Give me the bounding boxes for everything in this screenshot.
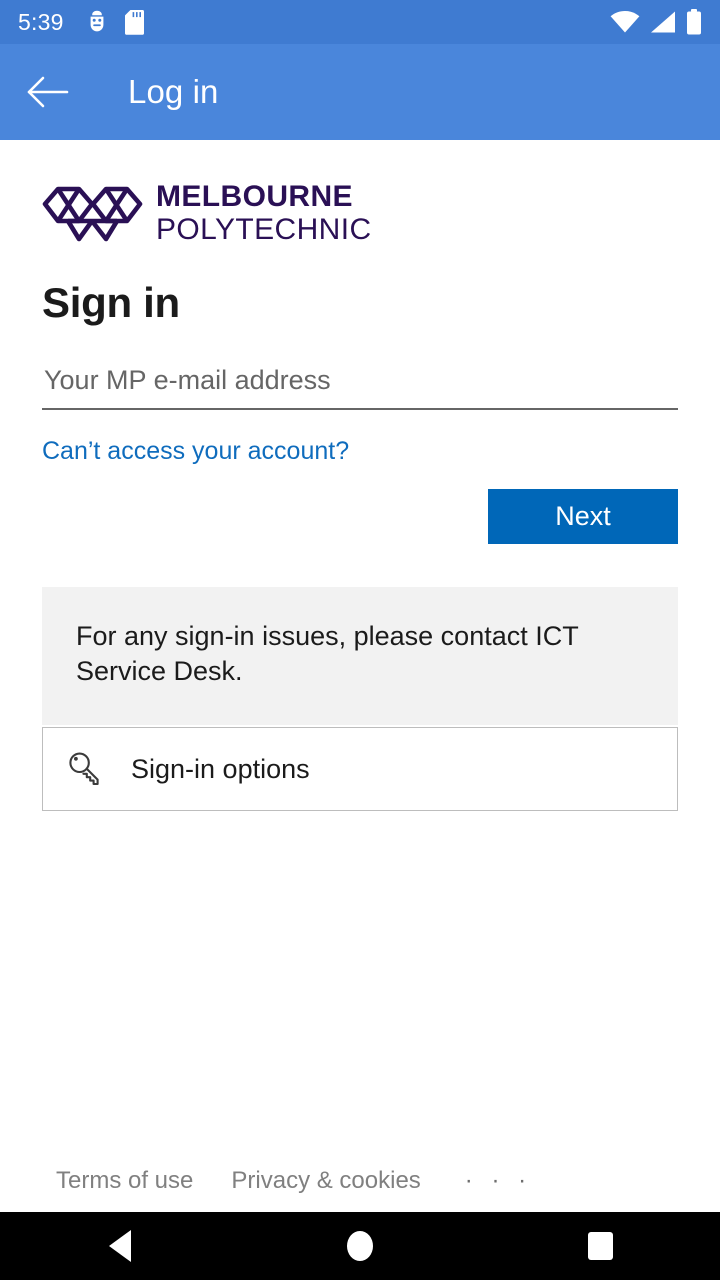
status-left-icons	[86, 9, 144, 35]
footer: Terms of use Privacy & cookies · · ·	[0, 1150, 720, 1212]
brand-line-2: POLYTECHNIC	[156, 213, 372, 246]
brand-logo-text: MELBOURNE POLYTECHNIC	[156, 182, 372, 245]
wifi-icon	[610, 10, 640, 34]
back-triangle-icon	[109, 1230, 131, 1262]
next-button[interactable]: Next	[488, 489, 678, 544]
page-title: Log in	[128, 73, 219, 110]
cant-access-account-link[interactable]: Can’t access your account?	[42, 437, 349, 466]
status-bar: 5:39	[0, 0, 720, 44]
nav-back-button[interactable]	[45, 1212, 195, 1280]
terms-of-use-link[interactable]: Terms of use	[56, 1167, 193, 1195]
back-button[interactable]	[0, 44, 96, 140]
android-navigation-bar	[0, 1212, 720, 1280]
cellular-signal-icon	[649, 10, 677, 34]
more-options-ellipsis-icon[interactable]: · · ·	[465, 1167, 532, 1195]
login-content: MELBOURNE POLYTECHNIC Sign in Can’t acce…	[0, 140, 720, 1212]
android-debug-icon	[86, 10, 108, 34]
privacy-cookies-link[interactable]: Privacy & cookies	[231, 1167, 420, 1195]
key-icon	[43, 750, 131, 788]
sd-card-icon	[124, 9, 144, 35]
next-button-row: Next	[42, 489, 678, 544]
arrow-left-icon	[27, 75, 69, 109]
nav-home-button[interactable]	[285, 1212, 435, 1280]
sign-in-heading: Sign in	[42, 279, 180, 326]
info-message-box: For any sign-in issues, please contact I…	[42, 587, 678, 726]
battery-icon	[686, 9, 702, 35]
melbourne-polytechnic-logo-mark-icon	[42, 185, 144, 243]
sign-in-options-button[interactable]: Sign-in options	[42, 727, 678, 812]
app-bar: Log in	[0, 44, 720, 140]
recents-square-icon	[587, 1232, 613, 1260]
brand-line-1: MELBOURNE	[156, 180, 353, 213]
sign-in-options-label: Sign-in options	[131, 753, 310, 784]
home-circle-icon	[347, 1231, 373, 1261]
info-message-text: For any sign-in issues, please contact I…	[76, 621, 579, 687]
nav-recents-button[interactable]	[525, 1212, 675, 1280]
email-input[interactable]	[42, 360, 678, 410]
brand-logo: MELBOURNE POLYTECHNIC	[42, 140, 678, 245]
status-time: 5:39	[18, 8, 64, 35]
status-right-icons	[610, 9, 702, 35]
